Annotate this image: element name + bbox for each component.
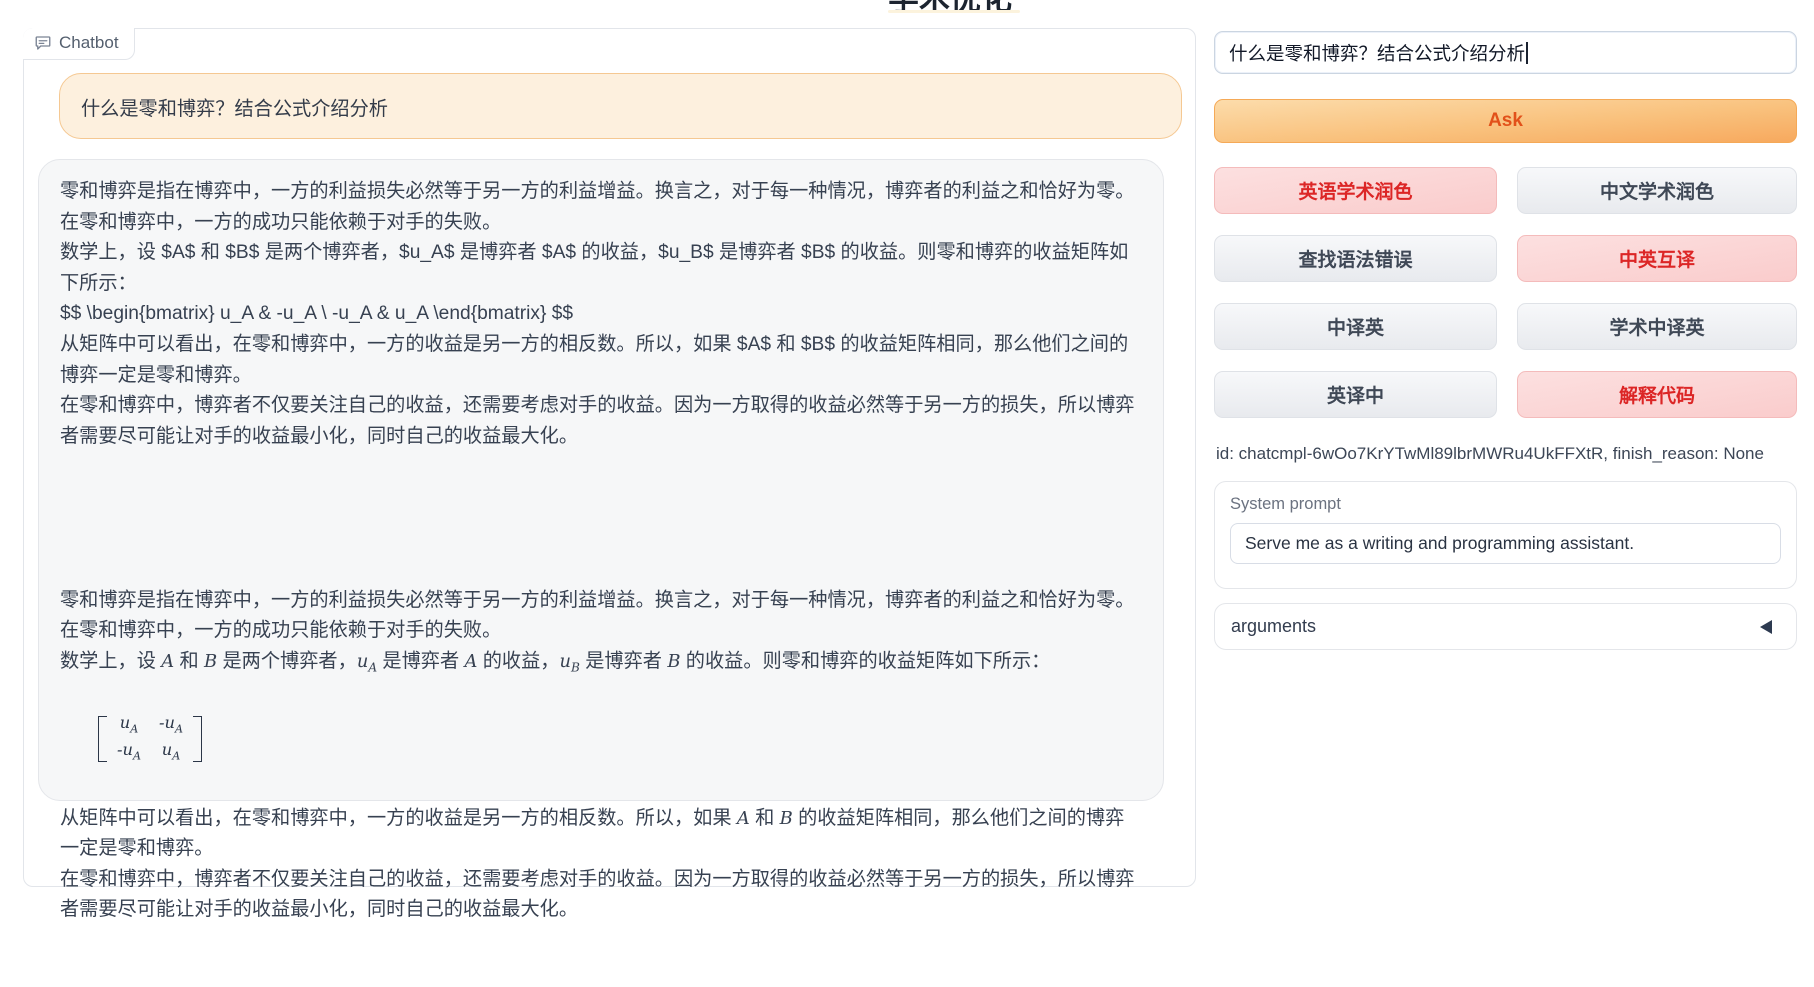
- quick-action-grid: 英语学术润色 中文学术润色 查找语法错误 中英互译 中译英 学术中译英 英译中 …: [1214, 167, 1797, 418]
- ask-button-label: Ask: [1488, 110, 1523, 132]
- bot-rendered-paragraph-2: 从矩阵中可以看出，在零和博弈中，一方的收益是另一方的相反数。所以，如果 A 和 …: [60, 804, 1142, 926]
- bot-message-raw: 零和博弈是指在博弈中，一方的利益损失必然等于另一方的利益增益。换言之，对于每一种…: [60, 177, 1142, 452]
- matrix-cell-01: -uA: [159, 712, 183, 739]
- matrix-left-bracket: [98, 716, 107, 762]
- chatbot-panel-label-text: Chatbot: [59, 33, 119, 53]
- text-cursor: [1526, 42, 1528, 64]
- matrix-right-bracket: [193, 716, 202, 762]
- quick-button-zh-to-en[interactable]: 中译英: [1214, 303, 1497, 350]
- quick-button-english-academic-polish[interactable]: 英语学术润色: [1214, 167, 1497, 214]
- system-prompt-label: System prompt: [1230, 495, 1781, 514]
- response-status-line: id: chatcmpl-6wOo7KrYTwMl89lbrMWRu4UkFFX…: [1214, 444, 1797, 464]
- arguments-accordion-header[interactable]: arguments: [1214, 603, 1797, 650]
- question-input[interactable]: 什么是零和博弈？结合公式介绍分析: [1214, 31, 1797, 74]
- accordion-collapsed-arrow-icon: [1760, 620, 1772, 634]
- page-title-text: 学术优化: [888, 0, 1028, 10]
- question-input-value: 什么是零和博弈？结合公式介绍分析: [1229, 40, 1525, 66]
- ask-button[interactable]: Ask: [1214, 99, 1797, 143]
- bot-rendered-paragraph-1: 零和博弈是指在博弈中，一方的利益损失必然等于另一方的利益增益。换言之，对于每一种…: [60, 586, 1142, 683]
- user-message-text: 什么是零和博弈？结合公式介绍分析: [81, 99, 388, 120]
- bot-message-bubble: 零和博弈是指在博弈中，一方的利益损失必然等于另一方的利益增益。换言之，对于每一种…: [38, 159, 1164, 801]
- quick-button-academic-zh-to-en[interactable]: 学术中译英: [1517, 303, 1797, 350]
- quick-button-zh-en-mutual-translate[interactable]: 中英互译: [1517, 235, 1797, 282]
- quick-button-en-to-zh[interactable]: 英译中: [1214, 371, 1497, 418]
- page-title: 学术优化: [888, 0, 1028, 10]
- matrix-cell-00: uA: [120, 712, 138, 739]
- page-title-underline: [888, 10, 1020, 13]
- quick-button-explain-code[interactable]: 解释代码: [1517, 371, 1797, 418]
- system-prompt-input[interactable]: Serve me as a writing and programming as…: [1230, 523, 1781, 564]
- chatbot-panel: Chatbot 什么是零和博弈？结合公式介绍分析 零和博弈是指在博弈中，一方的利…: [23, 28, 1196, 887]
- chatbot-panel-label: Chatbot: [23, 28, 135, 60]
- arguments-accordion-label: arguments: [1231, 616, 1316, 637]
- matrix-cell-11: uA: [162, 739, 180, 766]
- quick-button-find-grammar-errors[interactable]: 查找语法错误: [1214, 235, 1497, 282]
- system-prompt-group: System prompt Serve me as a writing and …: [1214, 481, 1797, 589]
- matrix-cell-10: -uA: [117, 739, 141, 766]
- bot-message-rendered: 零和博弈是指在博弈中，一方的利益损失必然等于另一方的利益增益。换言之，对于每一种…: [60, 524, 1142, 987]
- quick-button-chinese-academic-polish[interactable]: 中文学术润色: [1517, 167, 1797, 214]
- chat-bubble-icon: [34, 34, 52, 52]
- user-message-bubble: 什么是零和博弈？结合公式介绍分析: [59, 73, 1182, 139]
- system-prompt-value: Serve me as a writing and programming as…: [1245, 533, 1634, 554]
- payoff-matrix: uA -uA -uA uA: [98, 716, 202, 762]
